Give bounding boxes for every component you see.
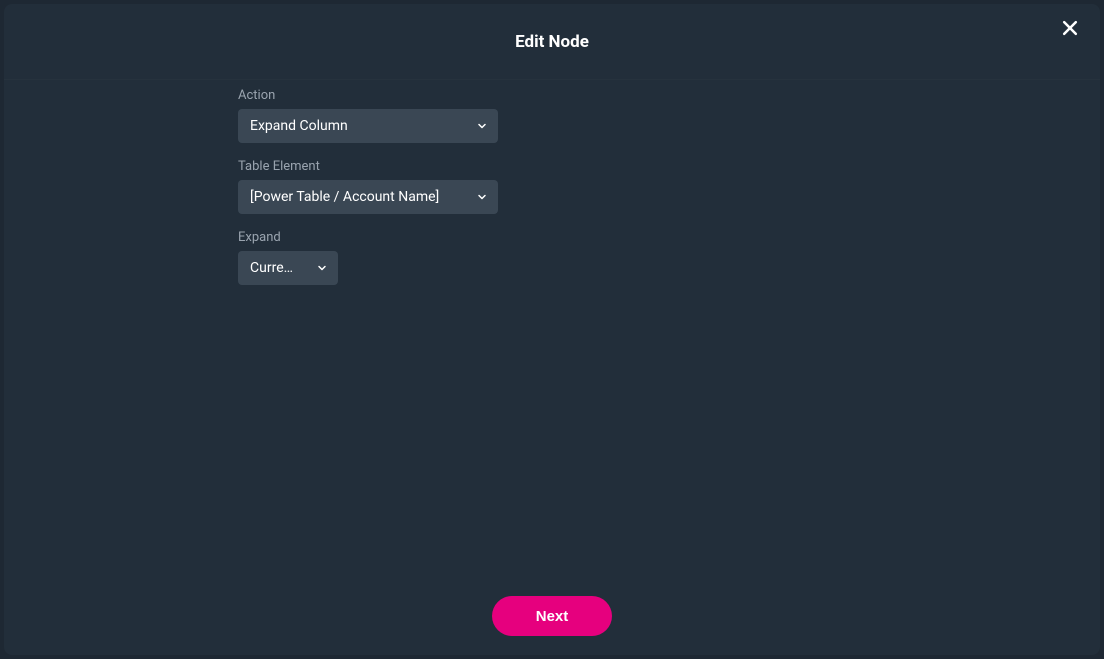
modal-header: Edit Node — [4, 4, 1100, 80]
modal-body: Action Expand Column Table Element [Powe… — [4, 80, 1100, 577]
action-select-value: Expand Column — [250, 118, 348, 134]
modal-footer: Next — [4, 577, 1100, 655]
edit-node-modal: Edit Node Action Expand Column — [4, 4, 1100, 655]
expand-select-value: Curre… — [250, 260, 302, 276]
table-element-label: Table Element — [238, 159, 1100, 174]
action-select[interactable]: Expand Column — [238, 109, 498, 143]
expand-label: Expand — [238, 230, 1100, 245]
close-icon — [1060, 18, 1080, 42]
next-button[interactable]: Next — [492, 596, 613, 636]
close-button[interactable] — [1058, 18, 1082, 42]
table-element-field-group: Table Element [Power Table / Account Nam… — [238, 159, 1100, 214]
modal-title: Edit Node — [515, 32, 589, 52]
expand-select[interactable]: Curre… — [238, 251, 338, 285]
expand-field-group: Expand Curre… — [238, 230, 1100, 285]
action-label: Action — [238, 88, 1100, 103]
action-field-group: Action Expand Column — [238, 88, 1100, 143]
table-element-select-value: [Power Table / Account Name] — [250, 189, 439, 205]
table-element-select[interactable]: [Power Table / Account Name] — [238, 180, 498, 214]
